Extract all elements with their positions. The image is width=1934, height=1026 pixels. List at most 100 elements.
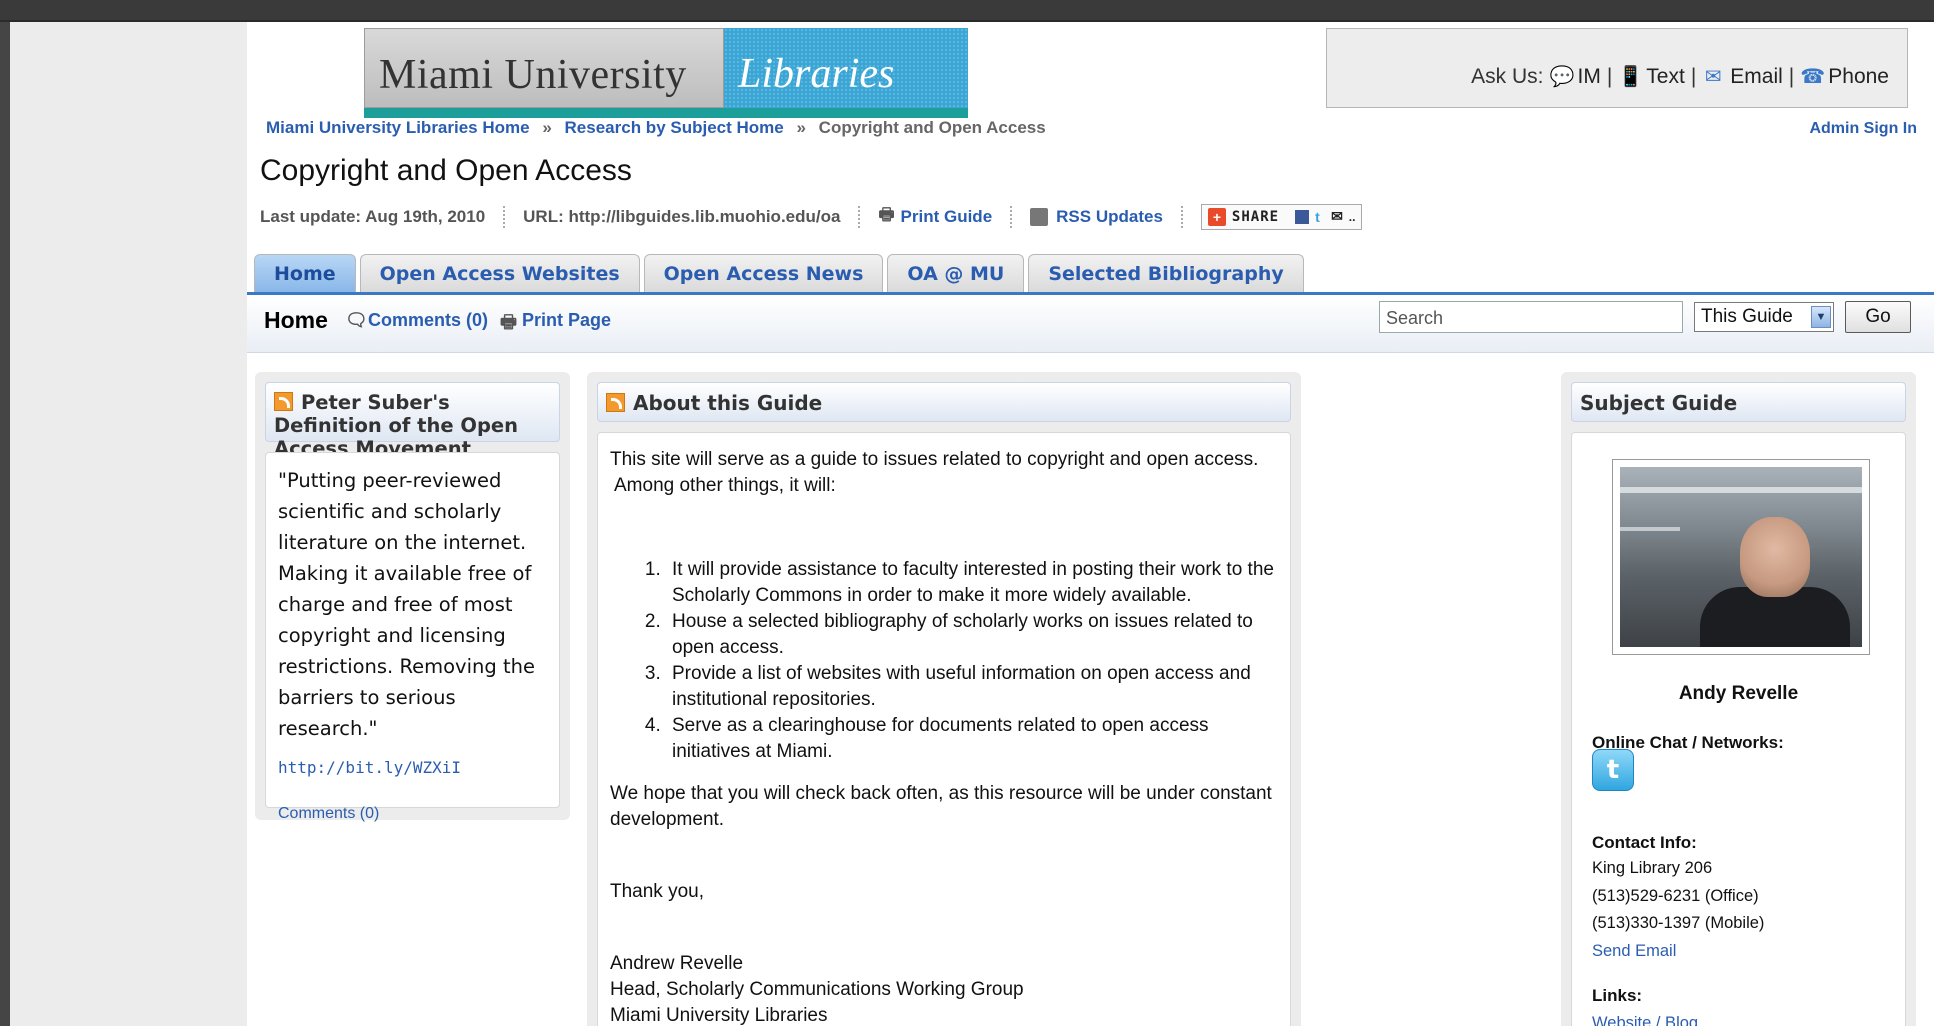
guide-intro-2: Among other things, it will: <box>614 475 836 496</box>
comments-link[interactable]: Comments (0) <box>368 310 488 331</box>
guide-goals-list: It will provide assistance to faculty in… <box>666 557 1278 765</box>
breadcrumb-research-home[interactable]: Research by Subject Home <box>565 118 784 137</box>
print-guide-link[interactable]: Print Guide <box>901 207 993 227</box>
mobile-phone-icon: 📱 <box>1618 66 1644 88</box>
page-title: Copyright and Open Access <box>260 154 632 187</box>
tab-home[interactable]: Home <box>254 254 356 294</box>
box-body: This site will serve as a guide to issue… <box>597 432 1291 1026</box>
ask-us-im-link[interactable]: IM <box>1578 65 1601 89</box>
breadcrumb-current: Copyright and Open Access <box>818 118 1046 137</box>
search-input[interactable]: Search <box>1379 301 1683 333</box>
separator: | <box>1606 65 1613 88</box>
list-item: House a selected bibliography of scholar… <box>666 609 1278 661</box>
last-update: Last update: Aug 19th, 2010 <box>260 206 486 226</box>
window-top-bar <box>0 0 1934 22</box>
share-button[interactable]: + SHARE t ✉ .. <box>1200 203 1363 230</box>
current-page-label: Home <box>264 307 328 333</box>
more-icon: .. <box>1348 209 1356 224</box>
box-header: Subject Guide <box>1571 382 1906 422</box>
tab-selected-bibliography[interactable]: Selected Bibliography <box>1028 254 1304 294</box>
contact-info-label: Contact Info: <box>1592 833 1697 852</box>
box-peter-suber: Peter Suber's Definition of the Open Acc… <box>255 372 570 822</box>
search-go-button[interactable]: Go <box>1845 301 1911 333</box>
chevron-down-icon: ▼ <box>1811 306 1831 328</box>
rss-updates-link[interactable]: RSS Updates <box>1056 207 1163 227</box>
page-subbar: Home 🗨 Comments (0) 🖶 Print Page Search … <box>247 295 1934 353</box>
rss-icon[interactable] <box>274 392 293 411</box>
guide-thanks: Thank you, <box>610 881 704 902</box>
printer-icon: 🖶 <box>878 205 895 224</box>
comment-icon: 🗨 <box>345 310 368 330</box>
logo-text-libraries: Libraries <box>738 51 895 97</box>
breadcrumb: Miami University Libraries Home » Resear… <box>266 118 1046 138</box>
plus-icon: + <box>1207 207 1226 226</box>
tab-open-access-websites[interactable]: Open Access Websites <box>359 254 640 294</box>
guide-tabs: Home Open Access Websites Open Access Ne… <box>254 254 1304 294</box>
mail-small-icon: ✉ <box>1331 208 1343 224</box>
rss-icon[interactable] <box>606 393 625 412</box>
send-email-link[interactable]: Send Email <box>1592 942 1676 961</box>
website-blog-link[interactable]: Website / Blog <box>1592 1014 1698 1026</box>
ask-us-text-link[interactable]: Text <box>1646 65 1685 89</box>
tab-open-access-news[interactable]: Open Access News <box>643 254 884 294</box>
printer-icon: 🖶 <box>500 312 517 332</box>
list-item: Serve as a clearinghouse for documents r… <box>666 713 1278 765</box>
ask-us-label: Ask Us: <box>1471 65 1544 88</box>
contact-location: King Library 206 <box>1592 859 1713 877</box>
contact-office-phone: (513)529-6231 (Office) <box>1592 887 1759 905</box>
ask-us-phone-link[interactable]: Phone <box>1828 65 1889 89</box>
admin-sign-in-link[interactable]: Admin Sign In <box>1809 120 1917 138</box>
signature-org: Miami University Libraries <box>610 1005 828 1026</box>
quote-source-link[interactable]: http://bit.ly/WZXiI <box>266 744 559 777</box>
breadcrumb-libraries-home[interactable]: Miami University Libraries Home <box>266 118 530 137</box>
print-page-link[interactable]: Print Page <box>522 310 611 331</box>
divider <box>1010 205 1013 228</box>
tab-oa-at-mu[interactable]: OA @ MU <box>887 254 1025 294</box>
rss-feed-icon <box>1030 207 1049 226</box>
guide-intro: This site will serve as a guide to issue… <box>610 449 1259 470</box>
separator: | <box>1690 65 1697 88</box>
ask-us-box: Ask Us: 💬 IM | 📱 Text | ✉ Email | ☎ Phon… <box>1326 28 1908 108</box>
quote-text: "Putting peer-reviewed scientific and sc… <box>278 469 535 740</box>
box-title: Peter Suber's Definition of the Open Acc… <box>274 391 519 460</box>
box-body: Andy Revelle Online Chat / Networks: t C… <box>1571 432 1906 1026</box>
box-title: About this Guide <box>633 391 823 415</box>
ask-us-email-link[interactable]: Email <box>1730 65 1783 89</box>
librarian-photo <box>1612 459 1870 655</box>
guide-url: URL: http://libguides.lib.muohio.edu/oa <box>523 206 841 226</box>
search-scope-select[interactable]: This Guide ▼ <box>1694 302 1834 332</box>
chat-bubble-icon: 💬 <box>1549 66 1575 88</box>
librarian-name: Andy Revelle <box>1678 683 1799 704</box>
logo-right-panel: Libraries <box>724 28 968 108</box>
envelope-icon: ✉ <box>1704 66 1722 88</box>
separator: | <box>1788 65 1795 88</box>
divider <box>503 205 506 228</box>
signature-name: Andrew Revelle <box>610 953 744 974</box>
twitter-small-icon: t <box>1315 208 1320 225</box>
divider <box>1180 205 1183 228</box>
box-header: About this Guide <box>597 382 1291 422</box>
links-label: Links: <box>1592 986 1643 1005</box>
list-item: It will provide assistance to faculty in… <box>666 557 1278 609</box>
logo-underline <box>364 108 968 118</box>
logo-text-university: Miami University <box>379 52 687 98</box>
divider <box>858 205 861 228</box>
guide-meta-bar: Last update: Aug 19th, 2010 URL: http://… <box>260 202 1363 231</box>
box-about-guide: About this Guide This site will serve as… <box>587 372 1301 1026</box>
breadcrumb-separator: » <box>796 118 806 137</box>
contact-mobile-phone: (513)330-1397 (Mobile) <box>1592 914 1765 932</box>
left-margin <box>10 22 247 1026</box>
facebook-icon <box>1295 209 1310 224</box>
twitter-icon[interactable]: t <box>1592 749 1634 791</box>
library-logo[interactable]: Miami University Libraries <box>364 28 968 118</box>
box-subject-guide: Subject Guide Andy Revelle Online Chat /… <box>1561 372 1916 1026</box>
breadcrumb-separator: » <box>542 118 552 137</box>
share-label: SHARE <box>1231 208 1280 225</box>
box-body: "Putting peer-reviewed scientific and sc… <box>265 452 560 822</box>
page: Miami University Libraries Ask Us: 💬 IM … <box>247 22 1934 1026</box>
signature-title: Head, Scholarly Communications Working G… <box>610 979 1024 1000</box>
box-title: Subject Guide <box>1580 391 1738 415</box>
search-scope-value: This Guide <box>1701 306 1793 327</box>
guide-closing: We hope that you will check back often, … <box>610 783 1272 830</box>
comments-link[interactable]: Comments (0) <box>266 777 559 823</box>
